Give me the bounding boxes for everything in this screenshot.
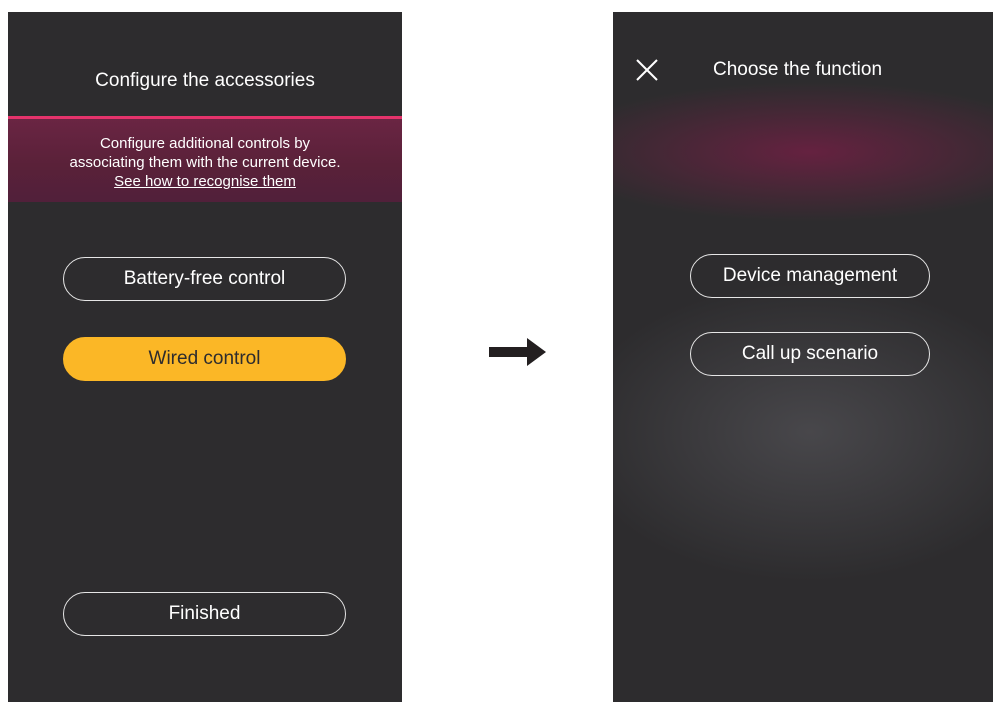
page-title: Configure the accessories bbox=[95, 70, 315, 91]
battery-free-control-button[interactable]: Battery-free control bbox=[63, 257, 346, 301]
right-arrow-icon bbox=[489, 338, 546, 366]
info-line-2: associating them with the current device… bbox=[69, 154, 341, 171]
wired-control-button[interactable]: Wired control bbox=[63, 337, 346, 381]
page-title: Choose the function bbox=[713, 59, 883, 80]
call-up-scenario-button[interactable]: Call up scenario bbox=[690, 332, 930, 376]
configure-accessories-screen: Configure the accessories Configure addi… bbox=[8, 12, 402, 702]
finished-button[interactable]: Finished bbox=[63, 592, 346, 636]
stage: Configure the accessories Configure addi… bbox=[0, 0, 993, 702]
device-management-button[interactable]: Device management bbox=[690, 254, 930, 298]
close-icon[interactable] bbox=[635, 58, 659, 82]
choose-function-screen: Choose the function Device management Ca… bbox=[613, 12, 993, 702]
info-line-1: Configure additional controls by bbox=[99, 135, 311, 152]
recognise-link[interactable]: See how to recognise them bbox=[114, 172, 296, 191]
info-banner: Configure additional controls by associa… bbox=[8, 116, 402, 202]
